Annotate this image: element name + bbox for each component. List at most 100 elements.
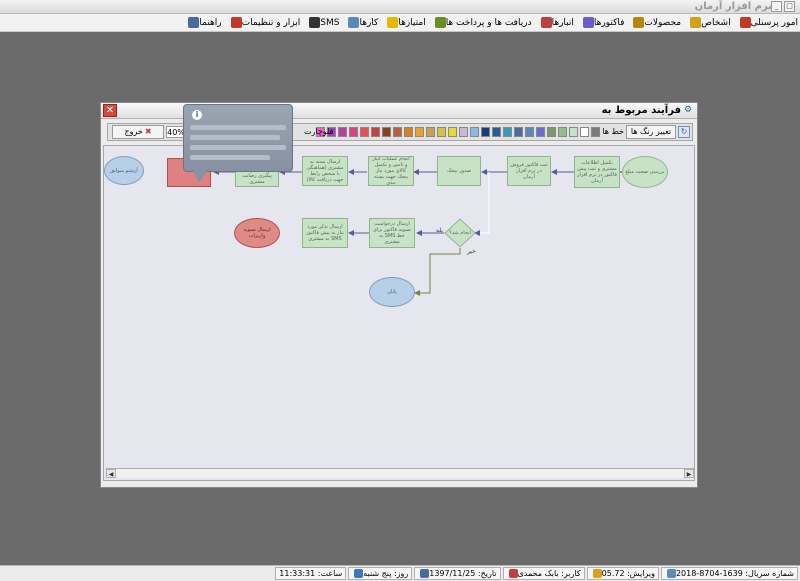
color-swatch[interactable]	[349, 127, 358, 137]
flow-node-check-amount[interactable]: بررسی صحت مبلغ	[622, 156, 668, 188]
lines-label: خط ها	[602, 127, 624, 136]
dialog-title: فرآیند مربوط به	[601, 105, 681, 116]
flow-node-deposit-settlement[interactable]: ارسال تسویه واریزات	[234, 218, 280, 248]
menu-item-5[interactable]: دریافت ها و پرداخت ها	[432, 17, 532, 28]
color-swatch[interactable]	[415, 127, 424, 137]
menu-item-9[interactable]: ابزار و تنظیمات	[228, 17, 301, 28]
flow-node-sales-invoice[interactable]: ثبت فاکتور فروش در نرم افزار آرمان	[507, 156, 551, 186]
version-icon	[592, 569, 602, 578]
menu-item-3[interactable]: فاکتورها	[580, 17, 625, 28]
dialog-close-button[interactable]: ✕	[103, 104, 117, 117]
maximize-button[interactable]: □	[784, 1, 795, 12]
status-bar: شماره سریال: 1639-8704-2018 ویرایش: 05.7…	[0, 565, 800, 581]
warehouse-icon	[540, 17, 552, 28]
connector	[414, 248, 461, 296]
date-text: تاریخ: 1397/11/25	[429, 569, 497, 578]
exit-button[interactable]: ✖خروج	[112, 125, 164, 139]
flow-node-end[interactable]: پایان	[369, 277, 415, 307]
sms-icon	[309, 17, 321, 28]
color-swatch[interactable]	[360, 127, 369, 137]
menu-item-label: امور پرسنلی	[750, 17, 798, 28]
version-field: ویرایش: 05.72	[586, 567, 659, 580]
scroll-right-icon[interactable]: ▶	[684, 469, 694, 478]
color-swatch[interactable]	[393, 127, 402, 137]
invoices-icon	[582, 17, 594, 28]
people-icon	[690, 17, 702, 28]
color-swatch[interactable]	[426, 127, 435, 137]
scroll-left-icon[interactable]: ◀	[106, 469, 116, 478]
menu-item-6[interactable]: امتیازها	[384, 17, 426, 28]
color-swatch[interactable]	[569, 127, 578, 137]
menu-item-label: ابزار و تنظیمات	[241, 17, 301, 28]
color-swatch[interactable]	[481, 127, 490, 137]
color-swatch[interactable]	[514, 127, 523, 137]
info-tooltip: i	[183, 104, 293, 172]
weekday-text: روز: پنج شنبه	[363, 569, 409, 578]
flow-node-settlement-request[interactable]: ارسال درخواست تسویه فاکتور برای خط SMS ب…	[369, 218, 415, 248]
menu-item-10[interactable]: راهنما	[185, 17, 222, 28]
color-swatch[interactable]	[525, 127, 534, 137]
tooltip-blurred-line	[190, 125, 286, 130]
weekday-icon	[354, 569, 364, 578]
horizontal-scrollbar[interactable]: ◀ ▶	[106, 468, 694, 478]
menu-item-8[interactable]: SMS	[306, 17, 339, 28]
tooltip-blurred-line	[190, 135, 280, 140]
flow-node-reminder[interactable]: ارسال تذکر مورد نیاز به پیش فاکتور SMS ب…	[302, 218, 348, 248]
tools-icon	[230, 17, 242, 28]
flow-node-archive[interactable]: آرشیو سوابق	[104, 156, 144, 185]
color-swatch[interactable]	[558, 127, 567, 137]
color-palette	[314, 127, 600, 137]
user-text: کاربر: بابک محمدی	[517, 569, 581, 578]
color-swatch[interactable]	[437, 127, 446, 137]
color-swatch[interactable]	[580, 127, 589, 137]
products-icon	[633, 17, 645, 28]
flow-node-warehouse[interactable]: انجام عملیات انبار و تامین و تکمیل کالای…	[368, 156, 414, 186]
time-field: ساعت: 11:33:31	[275, 567, 347, 580]
color-swatch[interactable]	[547, 127, 556, 137]
date-field: تاریخ: 1397/11/25	[414, 567, 501, 580]
flow-node-issue-bijak[interactable]: صدور بیجک	[437, 156, 481, 186]
color-swatch[interactable]	[448, 127, 457, 137]
tooltip-blurred-line	[190, 155, 270, 160]
user-icon	[508, 569, 518, 578]
menu-item-4[interactable]: انبارها	[538, 17, 574, 28]
personnel-icon	[739, 17, 751, 28]
menu-item-2[interactable]: محصولات	[630, 17, 681, 28]
serial-number: شماره سریال: 1639-8704-2018	[675, 569, 794, 578]
change-colors-button[interactable]: تغییر رنگ ها	[626, 125, 676, 139]
user-field: کاربر: بابک محمدی	[502, 567, 585, 580]
minimize-button[interactable]: _	[771, 1, 782, 12]
color-swatch[interactable]	[382, 127, 391, 137]
calendar-icon	[420, 569, 430, 578]
color-swatch[interactable]	[536, 127, 545, 137]
color-swatch[interactable]	[459, 127, 468, 137]
serial-number-field: شماره سریال: 1639-8704-2018	[660, 567, 798, 580]
refresh-button[interactable]: ↻	[678, 126, 690, 138]
window-titlebar[interactable]: ✎ نرم افزار آرمان _ □	[0, 0, 800, 14]
info-icon: i	[192, 110, 202, 120]
menu-item-label: انبارها	[551, 17, 574, 28]
flowchart-canvas[interactable]: آرشیو سوابق بعد از دو هفته تماس جهت پیگی…	[103, 145, 695, 481]
color-swatch[interactable]	[371, 127, 380, 137]
menu-item-label: SMS	[320, 17, 340, 28]
menu-item-label: راهنما	[199, 17, 222, 28]
tasks-icon	[348, 17, 360, 28]
color-swatch[interactable]	[470, 127, 479, 137]
menu-item-7[interactable]: کارها	[345, 17, 378, 28]
menu-item-1[interactable]: اشخاص	[687, 17, 731, 28]
menu-item-label: کارها	[359, 17, 379, 28]
serial-icon	[666, 569, 676, 578]
color-swatch[interactable]	[338, 127, 347, 137]
flow-node-ship-package[interactable]: ارسال بسته به مشتری (هماهنگی با شخص رابط…	[302, 156, 348, 186]
color-swatch[interactable]	[492, 127, 501, 137]
color-swatch[interactable]	[503, 127, 512, 137]
color-swatch[interactable]	[404, 127, 413, 137]
flow-decision-done[interactable]: انجام شد؟	[446, 224, 474, 242]
process-icon: ⚙	[684, 105, 693, 115]
version-text: ویرایش: 05.72	[601, 569, 655, 578]
color-swatch[interactable]	[591, 127, 600, 137]
flow-node-customer-info[interactable]: تکمیل اطلاعات مشتری و ثبت پیش فاکتور در …	[574, 156, 620, 188]
payments-icon	[434, 17, 446, 28]
menu-item-0[interactable]: امور پرسنلی	[737, 17, 798, 28]
menu-item-label: فاکتورها	[593, 17, 625, 28]
